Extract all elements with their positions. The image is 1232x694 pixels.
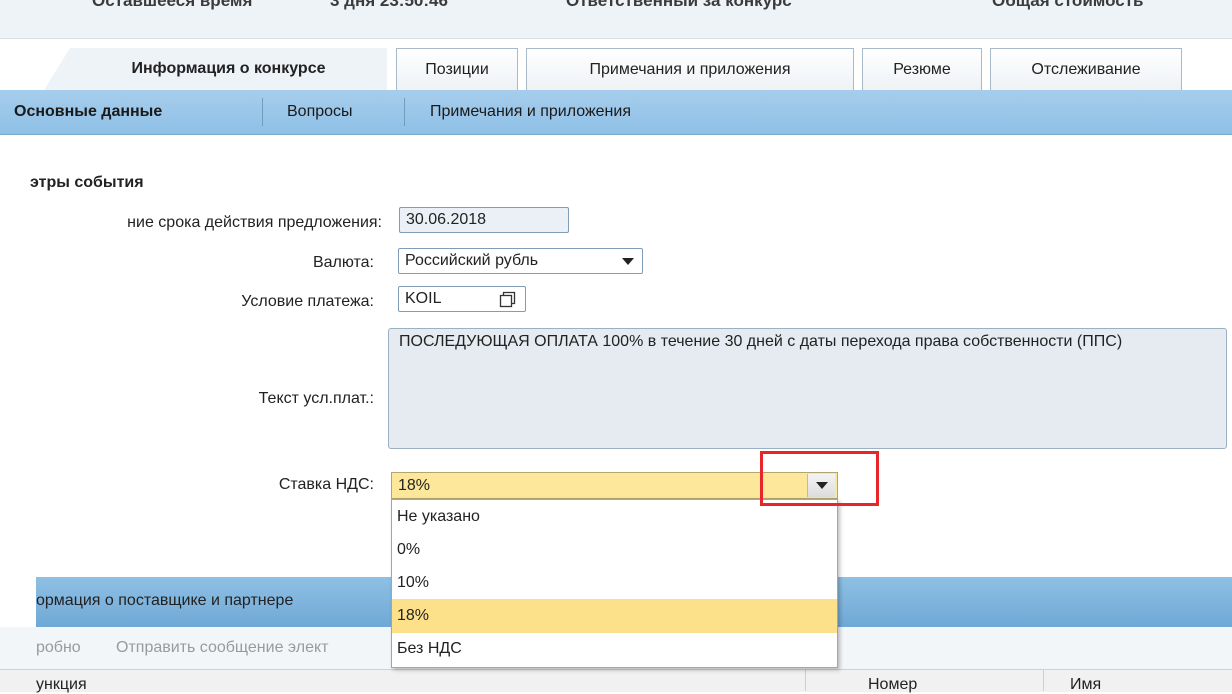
detail-button[interactable]: робно xyxy=(36,639,81,657)
column-function[interactable]: ункция xyxy=(36,676,87,694)
value-help-icon[interactable] xyxy=(499,291,516,308)
column-name[interactable]: Имя xyxy=(1070,676,1101,694)
tab-event-info[interactable]: Информация о конкурсе xyxy=(44,48,387,90)
sub-navigation: Основные данные Вопросы Примечания и при… xyxy=(0,90,1232,135)
payment-text-label: Текст усл.плат.: xyxy=(258,390,374,407)
vat-option[interactable]: 10% xyxy=(392,566,837,600)
subnav-notes-attachments[interactable]: Примечания и приложения xyxy=(430,90,631,134)
section-title: этры события xyxy=(30,174,144,191)
column-number[interactable]: Номер xyxy=(868,676,917,694)
vat-label: Ставка НДС: xyxy=(278,476,374,493)
tab-summary[interactable]: Резюме xyxy=(862,48,982,90)
subnav-basic-data[interactable]: Основные данные xyxy=(14,90,162,134)
vat-options-list: Не указано 0% 10% 18% Без НДС xyxy=(391,499,838,668)
subnav-separator xyxy=(404,98,405,126)
supplier-section-title: ормация о поставщике и партнере xyxy=(36,592,294,609)
column-separator xyxy=(1043,669,1044,691)
tab-notes-attachments[interactable]: Примечания и приложения xyxy=(526,48,854,90)
vat-option-selected[interactable]: 18% xyxy=(392,599,837,633)
validity-date-field[interactable]: 30.06.2018 xyxy=(399,207,569,233)
subnav-separator xyxy=(262,98,263,126)
validity-label: ние срока действия предложения: xyxy=(127,214,382,231)
total-value-label: Общая стоимость xyxy=(992,0,1144,10)
tab-positions[interactable]: Позиции xyxy=(396,48,518,90)
payment-condition-label: Условие платежа: xyxy=(241,293,374,310)
currency-label: Валюта: xyxy=(312,254,374,271)
top-summary-bar: Оставшееся время 3 дня 23:50:46 Ответств… xyxy=(0,0,1232,39)
payment-condition-field[interactable]: KOIL xyxy=(398,286,526,312)
remaining-time-value: 3 дня 23:50:46 xyxy=(330,0,448,10)
subnav-questions[interactable]: Вопросы xyxy=(287,90,353,134)
chevron-down-icon xyxy=(622,258,634,265)
annotation-highlight-box xyxy=(760,451,879,506)
currency-value: Российский рубль xyxy=(405,252,539,269)
column-separator xyxy=(805,669,806,691)
vat-option[interactable]: Без НДС xyxy=(392,632,837,666)
tab-tracking[interactable]: Отслеживание xyxy=(990,48,1182,90)
vat-option[interactable]: 0% xyxy=(392,533,837,567)
table-header: ункция Номер Имя xyxy=(0,669,1232,694)
payment-condition-value: KOIL xyxy=(405,290,442,307)
remaining-time-label: Оставшееся время xyxy=(92,0,253,10)
currency-select[interactable]: Российский рубль xyxy=(398,248,643,274)
payment-text-area[interactable]: ПОСЛЕДУЮЩАЯ ОПЛАТА 100% в течение 30 дне… xyxy=(388,328,1227,449)
responsible-label: Ответственный за конкурс xyxy=(566,0,792,10)
send-message-button[interactable]: Отправить сообщение элект xyxy=(116,639,328,657)
